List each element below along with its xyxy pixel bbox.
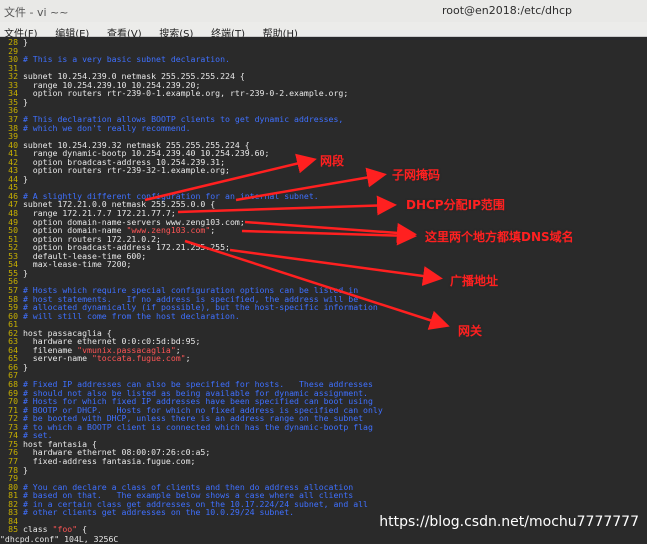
- annotation-dhcp-range: DHCP分配IP范围: [406, 198, 505, 212]
- annotation-dns: 这里两个地方都填DNS域名: [425, 230, 574, 244]
- annotation-network-segment: 网段: [320, 154, 345, 168]
- annotation-subnet-mask: 子网掩码: [392, 168, 441, 182]
- terminal-editor[interactable]: 28 } 29 30 # This is a very basic subnet …: [0, 37, 647, 543]
- annotation-gateway: 网关: [458, 324, 483, 338]
- code-text: class "foo" {: [23, 524, 87, 534]
- code-token: {: [77, 524, 88, 535]
- annotation-broadcast: 广播地址: [450, 274, 499, 288]
- string-token: "foo": [52, 524, 78, 535]
- window-title: root@en2018:/etc/dhcp: [441, 4, 572, 17]
- watermark: https://blog.csdn.net/mochu7777777: [379, 514, 639, 530]
- code-token: class: [22, 524, 53, 535]
- line-number: 85: [8, 524, 18, 535]
- window-titlebar: 文件 - vi ~~ root@en2018:/etc/dhcp: [0, 0, 647, 23]
- menubar: 文件(F) 编辑(E) 查看(V) 搜索(S) 终端(T) 帮助(H): [0, 22, 647, 40]
